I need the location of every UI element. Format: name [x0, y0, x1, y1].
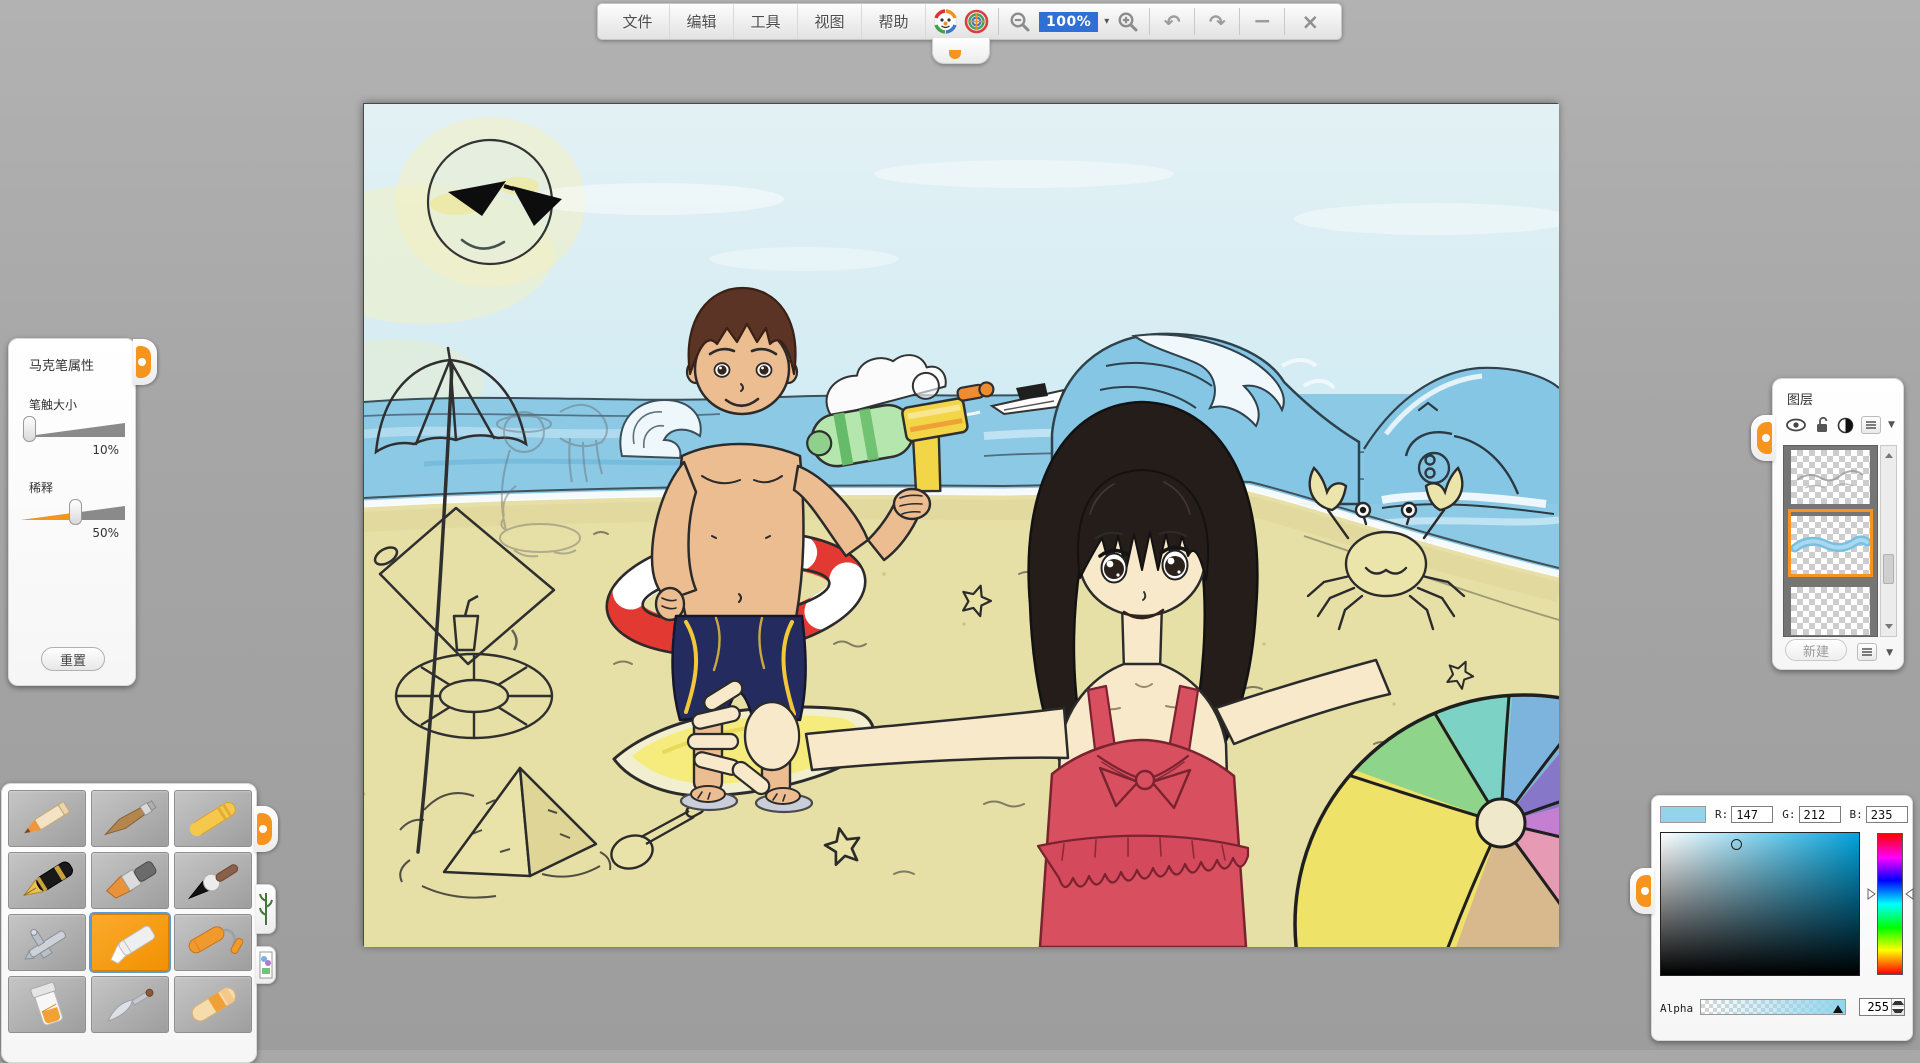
brush-size-slider[interactable]: [21, 419, 125, 445]
layer-options-caret-icon[interactable]: ▼: [1886, 648, 1893, 658]
undo-button[interactable]: ↶: [1152, 4, 1192, 39]
close-button[interactable]: ×: [1287, 4, 1333, 39]
tool-paint-tube[interactable]: [8, 976, 86, 1033]
tool-airbrush[interactable]: [8, 914, 86, 971]
minimize-button[interactable]: −: [1242, 4, 1282, 39]
sv-cursor[interactable]: [1731, 839, 1742, 850]
new-layer-button[interactable]: 新建: [1785, 639, 1847, 661]
marker-properties-panel: 马克笔属性 笔触大小 10% 稀释 50% 重置: [8, 338, 136, 686]
zoom-level-value[interactable]: 100%: [1039, 12, 1098, 32]
layer-row-selected[interactable]: [1791, 512, 1870, 574]
scroll-down-icon[interactable]: [1881, 619, 1896, 634]
layers-panel-drag-handle[interactable]: [1751, 415, 1775, 461]
zoom-in-button[interactable]: [1109, 4, 1147, 39]
dilution-slider[interactable]: [21, 502, 125, 528]
dilution-label: 稀释: [9, 457, 135, 496]
tool-marker-selected[interactable]: [91, 914, 169, 971]
blue-input[interactable]: [1866, 806, 1908, 823]
palette-toggle-tab[interactable]: [932, 38, 990, 64]
menu-help[interactable]: 帮助: [862, 4, 926, 39]
layer-row-empty[interactable]: [1791, 583, 1870, 635]
brush-size-label: 笔触大小: [9, 374, 135, 413]
image-library-tab[interactable]: [256, 946, 276, 984]
panel-drag-handle[interactable]: [133, 339, 157, 385]
redo-button[interactable]: ↷: [1197, 4, 1237, 39]
alpha-input[interactable]: [1860, 999, 1891, 1015]
layer-menu-button[interactable]: [1861, 416, 1881, 434]
beach-scene-artwork: [364, 104, 1559, 947]
menu-edit[interactable]: 编辑: [670, 4, 734, 39]
reset-button[interactable]: 重置: [41, 647, 105, 671]
green-label: G:: [1782, 808, 1795, 821]
saturation-value-field[interactable]: [1660, 832, 1860, 976]
tool-palette-panel: [1, 783, 257, 1063]
tool-colored-pencil[interactable]: [8, 790, 86, 847]
tool-palette-knife[interactable]: [91, 976, 169, 1033]
palette-toggle-group: [926, 4, 996, 39]
dilution-value: 50%: [9, 526, 135, 540]
layer-menu-caret-icon[interactable]: ▼: [1888, 420, 1895, 430]
tool-eraser[interactable]: [174, 976, 252, 1033]
color-panel-drag-handle[interactable]: [1630, 868, 1654, 914]
tool-grid: [2, 784, 256, 1039]
current-color-swatch: [1660, 806, 1706, 823]
dilution-thumb[interactable]: [69, 499, 82, 525]
hue-marker-right[interactable]: [1905, 888, 1914, 900]
layer-scrollbar[interactable]: [1880, 445, 1897, 637]
menu-view[interactable]: 视图: [798, 4, 862, 39]
layers-panel: 图层 ▼ 新建 ▼: [1772, 378, 1904, 670]
hue-marker-left[interactable]: [1867, 888, 1876, 900]
brush-size-value: 10%: [9, 443, 135, 457]
marker-panel-title: 马克笔属性: [9, 339, 135, 374]
lock-open-icon[interactable]: [1814, 416, 1830, 434]
menu-tools[interactable]: 工具: [734, 4, 798, 39]
tool-panel-drag-handle[interactable]: [254, 806, 278, 852]
tool-wood-pen[interactable]: [91, 790, 169, 847]
visibility-eye-icon[interactable]: [1785, 417, 1807, 433]
alpha-marker[interactable]: [1833, 1005, 1843, 1013]
zoom-out-button[interactable]: [1001, 4, 1039, 39]
desktop-background: 文件 编辑 工具 视图 帮助: [0, 0, 1920, 1050]
alpha-spinner: [1859, 998, 1905, 1016]
blend-half-circle-icon[interactable]: [1837, 417, 1854, 434]
alpha-up-icon[interactable]: [1892, 999, 1904, 1007]
rainbow-swirl-icon[interactable]: [963, 8, 990, 35]
tool-fountain-pen[interactable]: [8, 852, 86, 909]
hue-bar[interactable]: [1877, 833, 1903, 975]
tool-crayon[interactable]: [174, 790, 252, 847]
drawing-canvas[interactable]: [363, 103, 1558, 946]
red-label: R:: [1715, 808, 1728, 821]
layers-panel-title: 图层: [1773, 379, 1903, 408]
alpha-down-icon[interactable]: [1892, 1007, 1904, 1015]
blue-label: B:: [1850, 808, 1863, 821]
green-input[interactable]: [1799, 806, 1841, 823]
alpha-label: Alpha: [1660, 1002, 1693, 1015]
menu-file[interactable]: 文件: [606, 4, 670, 39]
tool-flat-brush[interactable]: [91, 852, 169, 909]
zoom-level-control[interactable]: 100% ▾: [1039, 4, 1109, 39]
layer-options-button[interactable]: [1857, 643, 1877, 661]
main-toolbar: 文件 编辑 工具 视图 帮助: [597, 3, 1342, 40]
alpha-slider[interactable]: [1700, 999, 1846, 1015]
scroll-up-icon[interactable]: [1881, 448, 1896, 463]
layer-row-sketch[interactable]: [1791, 446, 1870, 504]
tool-ink-brush[interactable]: [174, 852, 252, 909]
scroll-thumb[interactable]: [1883, 554, 1894, 584]
red-input[interactable]: [1731, 806, 1773, 823]
bamboo-brushes-tab[interactable]: [256, 884, 276, 934]
tool-paint-roller[interactable]: [174, 914, 252, 971]
brush-size-thumb[interactable]: [23, 416, 36, 442]
color-picker-panel: R: G: B: Alpha: [1651, 795, 1913, 1041]
layer-list: [1783, 445, 1878, 637]
rainbow-clown-icon[interactable]: [932, 8, 959, 35]
